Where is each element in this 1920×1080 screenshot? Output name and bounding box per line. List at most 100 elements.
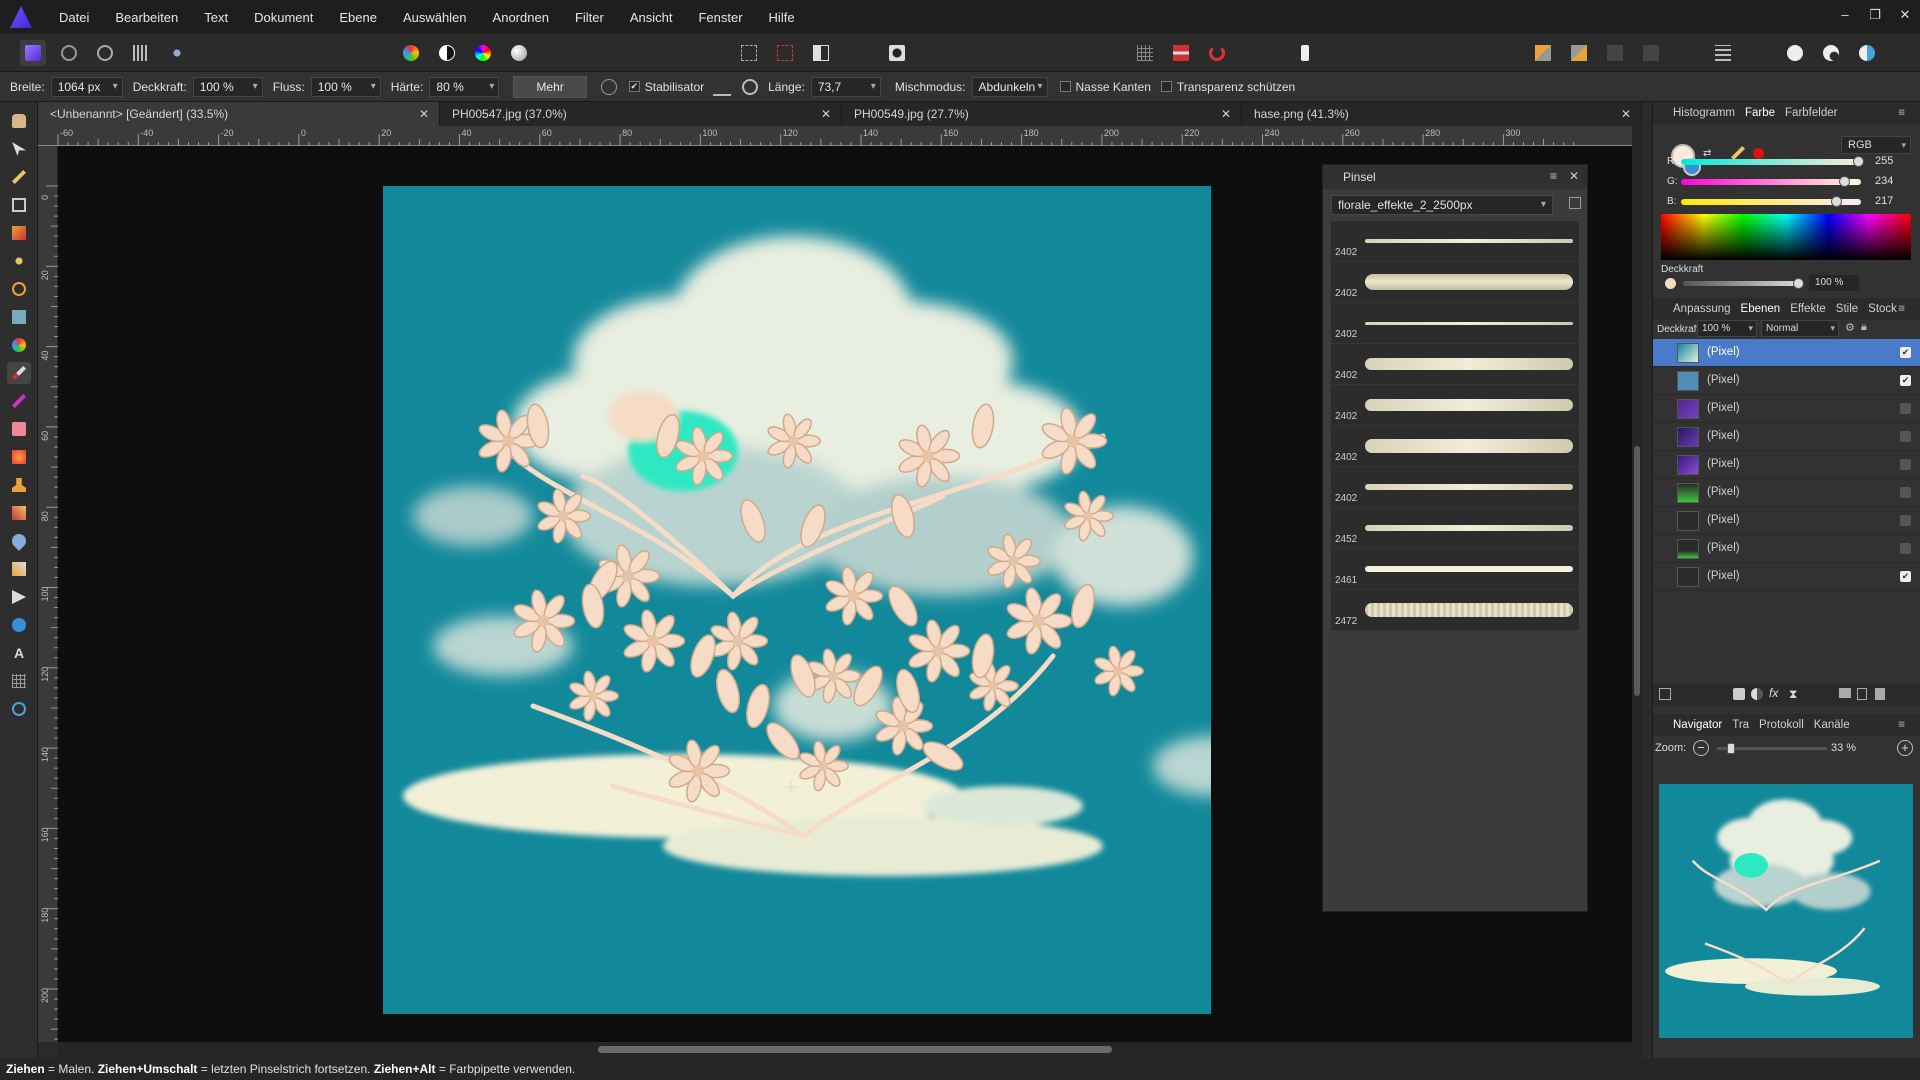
brush-item[interactable]: 2402 bbox=[1331, 303, 1579, 344]
layer-name[interactable]: (Pixel) bbox=[1707, 374, 1740, 386]
brush-category-select[interactable]: florale_effekte_2_2500px ▾ bbox=[1331, 195, 1553, 215]
menu-ansicht[interactable]: Ansicht bbox=[617, 10, 686, 25]
eyedropper-icon[interactable] bbox=[1731, 146, 1745, 160]
wet-edges-checkbox[interactable] bbox=[1059, 81, 1071, 92]
color-balance-icon[interactable] bbox=[470, 40, 496, 66]
close-tab-icon[interactable]: ✕ bbox=[821, 102, 831, 126]
layer-name[interactable]: (Pixel) bbox=[1707, 458, 1740, 470]
grid-icon[interactable] bbox=[1132, 40, 1158, 66]
layer-row[interactable]: (Pixel) ✔ bbox=[1653, 367, 1920, 395]
opacity-slider-knob[interactable] bbox=[1793, 278, 1804, 289]
gear-icon[interactable]: ⚙ bbox=[1845, 321, 1855, 334]
stabilizer-checkbox[interactable]: ✔ bbox=[628, 81, 640, 92]
red-slider-knob[interactable] bbox=[1853, 156, 1864, 167]
close-tab-icon[interactable]: ✕ bbox=[419, 102, 429, 126]
tab-histogramm[interactable]: Histogramm bbox=[1673, 107, 1735, 119]
blue-slider[interactable] bbox=[1681, 196, 1861, 207]
opacity-field[interactable]: 100 % bbox=[192, 76, 263, 97]
tab-stile[interactable]: Stile bbox=[1836, 303, 1858, 315]
group-layers-icon[interactable] bbox=[1839, 688, 1851, 698]
tab-stock[interactable]: Stock bbox=[1868, 303, 1897, 315]
close-tab-icon[interactable]: ✕ bbox=[1621, 102, 1631, 126]
vertical-scroll-thumb[interactable] bbox=[1634, 446, 1640, 696]
photo-persona-icon[interactable] bbox=[20, 40, 46, 66]
menu-ebene[interactable]: Ebene bbox=[326, 10, 390, 25]
menu-text[interactable]: Text bbox=[191, 10, 241, 25]
tab-document-ph00549[interactable]: PH00549.jpg (27.7%) ✕ bbox=[842, 102, 1242, 126]
rope-mode-icon[interactable] bbox=[712, 77, 738, 96]
tab-farbfelder[interactable]: Farbfelder bbox=[1785, 107, 1837, 119]
hardness-field[interactable]: 80 % bbox=[429, 76, 500, 97]
blur-tool-icon[interactable] bbox=[7, 530, 31, 552]
flood-fill-tool-icon[interactable] bbox=[7, 306, 31, 328]
tab-document-ph00547[interactable]: PH00547.jpg (37.0%) ✕ bbox=[440, 102, 842, 126]
layer-row[interactable]: (Pixel) bbox=[1653, 507, 1920, 535]
boolean-intersect-icon[interactable] bbox=[1854, 40, 1880, 66]
arrange-back-icon[interactable] bbox=[1566, 40, 1592, 66]
layer-name[interactable]: (Pixel) bbox=[1707, 570, 1740, 582]
layer-row[interactable]: (Pixel) bbox=[1653, 479, 1920, 507]
tab-protokoll[interactable]: Protokoll bbox=[1759, 719, 1804, 731]
arrange-backward-icon[interactable] bbox=[1638, 40, 1664, 66]
panel-menu-icon[interactable]: ≡ bbox=[1898, 107, 1905, 119]
layer-opacity-field[interactable]: 100 % ▾ bbox=[1697, 320, 1757, 337]
layer-visibility-checkbox[interactable]: ✔ bbox=[1900, 347, 1911, 358]
selection-invert-icon[interactable] bbox=[808, 40, 834, 66]
layer-visibility-checkbox[interactable] bbox=[1900, 459, 1911, 470]
close-tab-icon[interactable]: ✕ bbox=[1221, 102, 1231, 126]
add-layer-icon[interactable] bbox=[1857, 688, 1867, 700]
magnet-icon[interactable] bbox=[1204, 40, 1230, 66]
panel-menu-icon[interactable]: ≡ bbox=[1898, 719, 1905, 731]
zoom-slider[interactable] bbox=[1717, 743, 1827, 754]
brush-item[interactable]: 2461 bbox=[1331, 549, 1579, 590]
text-tool-icon[interactable]: A bbox=[7, 642, 31, 664]
boolean-subtract-icon[interactable] bbox=[1818, 40, 1844, 66]
length-field[interactable]: 73,7 bbox=[810, 76, 881, 97]
snapping-icon[interactable] bbox=[1168, 40, 1194, 66]
tab-effekte[interactable]: Effekte bbox=[1790, 303, 1826, 315]
move-tool-icon[interactable] bbox=[7, 138, 31, 160]
brush-item[interactable]: 2402 bbox=[1331, 221, 1579, 262]
brush-item[interactable]: 2452 bbox=[1331, 508, 1579, 549]
layer-row[interactable]: (Pixel) bbox=[1653, 535, 1920, 563]
arrange-forward-icon[interactable] bbox=[1602, 40, 1628, 66]
layer-visibility-checkbox[interactable] bbox=[1900, 487, 1911, 498]
menu-filter[interactable]: Filter bbox=[562, 10, 617, 25]
layers-stack-icon[interactable] bbox=[1659, 688, 1671, 700]
flood-select-tool-icon[interactable] bbox=[7, 250, 31, 272]
horizontal-scrollbar[interactable] bbox=[58, 1042, 1642, 1058]
brush-item[interactable]: 2472 bbox=[1331, 590, 1579, 631]
layer-name[interactable]: (Pixel) bbox=[1707, 486, 1740, 498]
green-slider[interactable] bbox=[1681, 176, 1861, 187]
smudge-tool-icon[interactable] bbox=[7, 558, 31, 580]
horizontal-scroll-thumb[interactable] bbox=[598, 1046, 1112, 1053]
zoom-value[interactable]: 33 % bbox=[1831, 742, 1856, 754]
zoom-in-icon[interactable]: + bbox=[1897, 740, 1913, 756]
develop-persona-icon[interactable] bbox=[92, 40, 118, 66]
mesh-warp-tool-icon[interactable] bbox=[7, 670, 31, 692]
menu-dokument[interactable]: Dokument bbox=[241, 10, 326, 25]
boolean-add-icon[interactable] bbox=[1782, 40, 1808, 66]
protect-alpha-checkbox[interactable] bbox=[1160, 81, 1172, 92]
tab-document-hase[interactable]: hase.png (41.3%) ✕ bbox=[1242, 102, 1642, 126]
erase-brush-tool-icon[interactable] bbox=[7, 418, 31, 440]
adjustment-layer-icon[interactable] bbox=[1751, 688, 1763, 700]
assistant-icon[interactable] bbox=[1292, 40, 1318, 66]
layer-visibility-checkbox[interactable] bbox=[1900, 431, 1911, 442]
red-slider[interactable] bbox=[1681, 156, 1864, 167]
gradient-tool-icon[interactable] bbox=[7, 334, 31, 356]
affinity-logo-icon[interactable] bbox=[10, 6, 32, 28]
paint-brush-tool-icon[interactable] bbox=[7, 362, 31, 384]
arrange-front-icon[interactable] bbox=[1530, 40, 1556, 66]
zoom-slider-knob[interactable] bbox=[1727, 743, 1735, 754]
selection-brush-tool-icon[interactable] bbox=[7, 222, 31, 244]
color-replacement-tool-icon[interactable] bbox=[7, 390, 31, 412]
layer-visibility-checkbox[interactable] bbox=[1900, 515, 1911, 526]
color-spectrum[interactable] bbox=[1661, 214, 1911, 260]
delete-layer-icon[interactable] bbox=[1875, 688, 1885, 700]
layer-visibility-checkbox[interactable] bbox=[1900, 403, 1911, 414]
levels-icon[interactable] bbox=[398, 40, 424, 66]
restore-icon[interactable]: ❐ bbox=[1860, 0, 1890, 34]
opacity-slider[interactable] bbox=[1683, 278, 1804, 289]
layer-visibility-checkbox[interactable]: ✔ bbox=[1900, 571, 1911, 582]
